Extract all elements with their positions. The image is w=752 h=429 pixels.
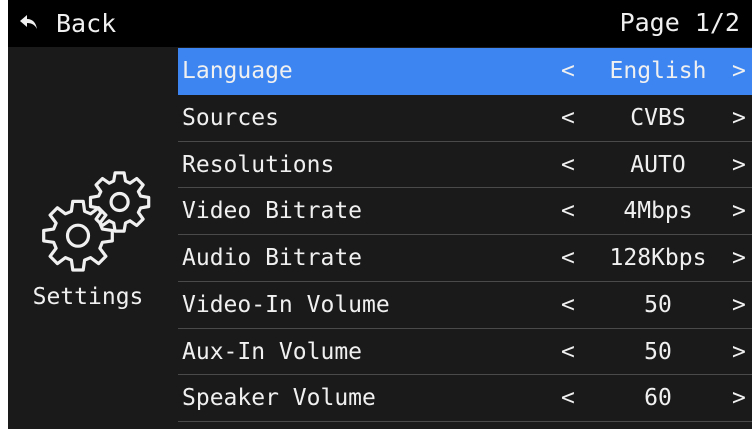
next-value-arrow[interactable]: > xyxy=(732,188,746,234)
prev-value-arrow[interactable]: < xyxy=(561,235,575,281)
next-value-arrow[interactable]: > xyxy=(732,235,746,281)
setting-row-aux-in-volume[interactable]: Aux-In Volume < 50 > xyxy=(178,329,752,376)
next-value-arrow[interactable]: > xyxy=(732,142,746,188)
setting-label: Aux-In Volume xyxy=(182,338,363,365)
setting-label: Video-In Volume xyxy=(182,291,390,318)
setting-row-resolutions[interactable]: Resolutions < AUTO > xyxy=(178,142,752,189)
setting-label: Audio Bitrate xyxy=(182,245,363,271)
setting-label: Language xyxy=(182,58,293,84)
setting-row-video-in-volume[interactable]: Video-In Volume < 50 > xyxy=(178,282,752,329)
setting-row-sources[interactable]: Sources < CVBS > xyxy=(178,95,752,142)
prev-value-arrow[interactable]: < xyxy=(561,329,575,375)
setting-row-language[interactable]: Language < English > xyxy=(178,48,752,95)
sidebar: Settings xyxy=(8,48,168,429)
prev-value-arrow[interactable]: < xyxy=(561,48,575,94)
gears-icon xyxy=(42,171,151,272)
settings-screen: Back Page 1/2 Settings Language < Englis… xyxy=(8,0,752,429)
next-value-arrow[interactable]: > xyxy=(732,282,746,328)
setting-row-audio-bitrate[interactable]: Audio Bitrate < 128Kbps > xyxy=(178,235,752,282)
setting-label: Video Bitrate xyxy=(182,198,363,225)
top-bar: Back Page 1/2 xyxy=(8,0,752,47)
next-value-arrow[interactable]: > xyxy=(732,329,746,375)
next-value-arrow[interactable]: > xyxy=(732,95,746,141)
setting-value: 128Kbps xyxy=(609,245,707,271)
prev-value-arrow[interactable]: < xyxy=(561,142,575,188)
setting-row-speaker-volume[interactable]: Speaker Volume < 60 > xyxy=(178,375,752,422)
prev-value-arrow[interactable]: < xyxy=(561,282,575,328)
next-value-arrow[interactable]: > xyxy=(732,48,746,94)
back-label: Back xyxy=(56,8,117,38)
setting-value: English xyxy=(609,58,707,84)
setting-value: AUTO xyxy=(630,151,686,178)
setting-row-video-bitrate[interactable]: Video Bitrate < 4Mbps > xyxy=(178,188,752,235)
setting-value: 60 xyxy=(644,385,672,412)
setting-label: Speaker Volume xyxy=(182,385,376,412)
setting-value: 4Mbps xyxy=(623,198,693,225)
settings-label: Settings xyxy=(32,284,144,310)
next-value-arrow[interactable]: > xyxy=(732,375,746,421)
settings-list: Language < English > Sources < CVBS > Re… xyxy=(178,48,752,422)
setting-label: Resolutions xyxy=(182,151,335,178)
prev-value-arrow[interactable]: < xyxy=(561,188,575,234)
back-arrow-icon xyxy=(20,15,37,29)
setting-value: 50 xyxy=(644,291,672,318)
setting-label: Sources xyxy=(182,104,279,131)
setting-value: 50 xyxy=(644,338,672,365)
setting-value: CVBS xyxy=(630,104,686,131)
back-button[interactable]: Back xyxy=(18,4,116,42)
prev-value-arrow[interactable]: < xyxy=(561,95,575,141)
page-indicator: Page 1/2 xyxy=(619,8,740,37)
prev-value-arrow[interactable]: < xyxy=(561,375,575,421)
